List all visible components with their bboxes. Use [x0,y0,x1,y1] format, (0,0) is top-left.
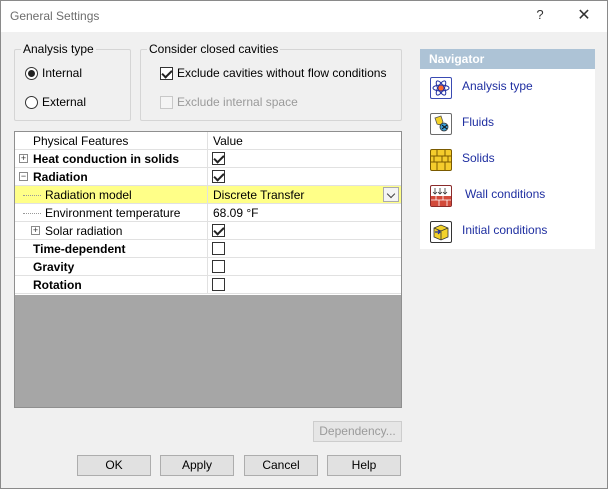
environment-temperature-value[interactable]: 68.09 °F [213,206,259,220]
radio-external-dot[interactable] [25,95,38,109]
dialog-title: General Settings [10,9,100,23]
help-icon[interactable]: ? [531,7,549,25]
general-settings-dialog: General Settings ? ✕ Analysis type Inter… [0,0,608,489]
exclude-internal-label: Exclude internal space [177,95,298,109]
nav-solids-label[interactable]: Solids [462,151,495,165]
exclude-no-flow-checkbox-row[interactable]: Exclude cavities without flow conditions [160,66,386,80]
environment-temperature-label: Environment temperature [45,206,181,220]
nav-initial-conditions-label[interactable]: Initial conditions [462,223,547,237]
grid-row-heat-conduction[interactable]: + Heat conduction in solids [15,150,401,168]
grid-header-row: Physical Features Value [15,132,401,150]
solar-radiation-checkbox[interactable] [212,224,225,237]
solar-radiation-value-cell [209,222,401,240]
radiation-checkbox[interactable] [212,170,225,183]
ok-button[interactable]: OK [77,455,151,476]
analysis-type-group: Analysis type Internal External [14,42,131,121]
rotation-value-cell [209,276,401,294]
nav-item-initial-conditions[interactable]: Initial conditions [420,213,595,249]
title-bar: General Settings ? ✕ [1,1,607,32]
dependency-button: Dependency... [313,421,402,442]
expand-heat-conduction-icon[interactable]: + [19,154,28,163]
fluids-icon[interactable] [430,113,452,135]
grid-row-environment-temperature[interactable]: Environment temperature 68.09 °F [15,204,401,222]
tree-connector [23,213,41,214]
solar-radiation-label: Solar radiation [45,224,123,238]
header-value: Value [213,134,243,148]
expand-solar-radiation-icon[interactable]: + [31,226,40,235]
radiation-model-value[interactable]: Discrete Transfer [213,188,304,202]
exclude-internal-checkbox [160,95,173,109]
grid-row-solar-radiation[interactable]: + Solar radiation [15,222,401,240]
help-button[interactable]: Help [327,455,401,476]
nav-analysis-type-label[interactable]: Analysis type [462,79,533,93]
radiation-label-cell: − Radiation [15,168,208,186]
tree-connector [23,195,41,196]
radio-internal-dot[interactable] [25,66,38,80]
heat-conduction-value-cell [209,150,401,168]
grid-row-radiation-model[interactable]: Radiation model Discrete Transfer [15,186,401,204]
grid-row-radiation[interactable]: − Radiation [15,168,401,186]
closed-cavities-legend: Consider closed cavities [147,42,281,56]
rotation-label-cell: Rotation [15,276,208,294]
header-value-cell: Value [209,132,401,150]
nav-item-fluids[interactable]: Fluids [420,105,595,141]
grid-content: Physical Features Value + Heat conductio… [15,132,401,295]
radiation-label: Radiation [33,170,88,184]
time-dependent-label: Time-dependent [33,242,126,256]
collapse-radiation-icon[interactable]: − [19,172,28,181]
environment-temperature-label-cell: Environment temperature [15,204,208,222]
rotation-checkbox[interactable] [212,278,225,291]
apply-button[interactable]: Apply [160,455,234,476]
time-dependent-checkbox[interactable] [212,242,225,255]
header-physical-features: Physical Features [33,134,129,148]
gravity-value-cell [209,258,401,276]
analysis-type-legend: Analysis type [21,42,96,56]
radio-external[interactable]: External [25,95,86,109]
radiation-value-cell [209,168,401,186]
radio-internal-label: Internal [42,66,83,80]
gravity-checkbox[interactable] [212,260,225,273]
exclude-internal-checkbox-row: Exclude internal space [160,95,298,109]
rotation-label: Rotation [33,278,82,292]
nav-item-solids[interactable]: Solids [420,141,595,177]
grid-row-gravity[interactable]: Gravity [15,258,401,276]
radiation-model-value-cell[interactable]: Discrete Transfer [209,186,401,204]
gravity-label-cell: Gravity [15,258,208,276]
physical-features-grid: Physical Features Value + Heat conductio… [14,131,402,408]
close-icon[interactable]: ✕ [573,5,595,27]
navigator-header: Navigator [420,49,595,69]
closed-cavities-group: Consider closed cavities Exclude cavitie… [140,42,402,121]
time-dependent-label-cell: Time-dependent [15,240,208,258]
navigator-panel: Navigator Analysis type Fluids Solids Wa… [420,49,595,249]
gravity-label: Gravity [33,260,75,274]
exclude-no-flow-checkbox[interactable] [160,66,173,80]
nav-wall-conditions-label[interactable]: Wall conditions [465,187,545,201]
nav-item-analysis-type[interactable]: Analysis type [420,69,595,105]
solids-icon[interactable] [430,149,452,171]
heat-conduction-checkbox[interactable] [212,152,225,165]
header-physical-features-cell: Physical Features [15,132,208,150]
wall-conditions-icon[interactable] [430,185,452,207]
solar-radiation-label-cell: + Solar radiation [15,222,208,240]
radiation-model-label: Radiation model [45,188,132,202]
chevron-down-icon[interactable] [383,187,399,202]
analysis-type-icon[interactable] [430,77,452,99]
grid-row-time-dependent[interactable]: Time-dependent [15,240,401,258]
cancel-button[interactable]: Cancel [244,455,318,476]
heat-conduction-label: Heat conduction in solids [33,152,180,166]
exclude-no-flow-label: Exclude cavities without flow conditions [177,66,387,80]
nav-item-wall-conditions[interactable]: Wall conditions [420,177,595,213]
environment-temperature-value-cell[interactable]: 68.09 °F [209,204,401,222]
heat-conduction-label-cell: + Heat conduction in solids [15,150,208,168]
time-dependent-value-cell [209,240,401,258]
grid-row-rotation[interactable]: Rotation [15,276,401,294]
radiation-model-label-cell: Radiation model [15,186,208,204]
initial-conditions-icon[interactable] [430,221,452,243]
nav-fluids-label[interactable]: Fluids [462,115,494,129]
radio-external-label: External [42,95,87,109]
radio-internal[interactable]: Internal [25,66,82,80]
